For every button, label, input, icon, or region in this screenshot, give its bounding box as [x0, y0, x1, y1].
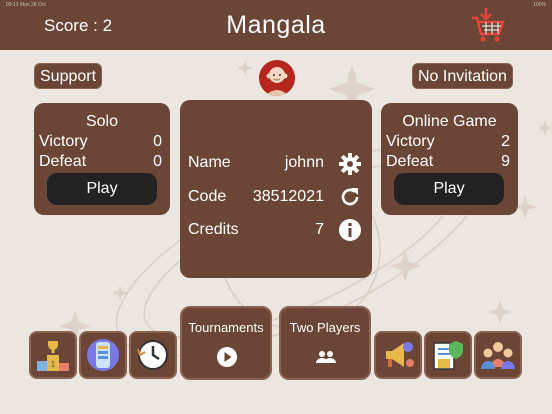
- privacy-button[interactable]: [424, 331, 472, 379]
- support-button[interactable]: Support: [34, 63, 103, 89]
- online-play-button[interactable]: Play: [394, 173, 504, 205]
- history-button[interactable]: [129, 331, 177, 379]
- tournaments-label: Tournaments: [188, 320, 264, 335]
- solo-card: Solo Victory 0 Defeat 0 Play: [34, 103, 170, 215]
- online-victory-label: Victory: [386, 133, 435, 150]
- svg-text:1: 1: [51, 360, 56, 369]
- online-title: Online Game: [402, 113, 497, 130]
- solo-play-button[interactable]: Play: [47, 173, 157, 205]
- megaphone-icon: [386, 342, 414, 367]
- solo-victory-label: Victory: [39, 133, 88, 150]
- info-icon[interactable]: [338, 218, 362, 242]
- name-value: johnn: [284, 154, 324, 171]
- people-icon: [316, 351, 336, 363]
- top-bar: 09:13 Mon 28 Oct 100% Score : 2 Mangala: [0, 0, 552, 50]
- phone-icon: [87, 339, 119, 371]
- solo-defeat-value: 0: [153, 153, 162, 170]
- credits-value: 7: [315, 221, 324, 238]
- announcements-button[interactable]: [374, 331, 422, 379]
- gear-icon[interactable]: [338, 152, 362, 176]
- invitation-button[interactable]: No Invitation: [412, 63, 513, 89]
- online-defeat-row: Defeat 9: [386, 153, 510, 171]
- name-label: Name: [188, 154, 231, 171]
- two-players-label: Two Players: [289, 320, 361, 335]
- online-victory-value: 2: [501, 133, 510, 150]
- friends-button[interactable]: [474, 331, 522, 379]
- online-card: Online Game Victory 2 Defeat 9 Play: [381, 103, 518, 215]
- solo-defeat-row: Defeat 0: [39, 153, 162, 171]
- solo-victory-row: Victory 0: [39, 133, 162, 151]
- status-time: 09:13 Mon 28 Oct: [6, 2, 46, 8]
- avatar-icon: [259, 60, 295, 96]
- play-circle-icon: [217, 347, 237, 367]
- team-icon: [481, 342, 515, 369]
- solo-title: Solo: [85, 113, 119, 130]
- solo-victory-value: 0: [153, 133, 162, 150]
- tournaments-button[interactable]: Tournaments: [180, 306, 272, 380]
- phone-button[interactable]: [79, 331, 127, 379]
- status-battery: 100%: [533, 2, 546, 8]
- solo-defeat-label: Defeat: [39, 153, 87, 170]
- avatar[interactable]: [259, 60, 295, 96]
- profile-card: Name johnn Code 38512021 Credits 7: [180, 100, 372, 278]
- status-bar: 09:13 Mon 28 Oct 100%: [0, 0, 552, 10]
- podium-icon: 1: [37, 341, 69, 371]
- online-defeat-label: Defeat: [386, 153, 434, 170]
- code-label: Code: [188, 188, 227, 205]
- online-victory-row: Victory 2: [386, 133, 510, 151]
- cart-icon[interactable]: [470, 6, 506, 44]
- history-icon: [137, 340, 168, 370]
- two-players-button[interactable]: Two Players: [279, 306, 371, 380]
- leaderboard-button[interactable]: 1: [29, 331, 77, 379]
- code-value: 38512021: [252, 188, 324, 205]
- online-defeat-value: 9: [501, 153, 510, 170]
- refresh-icon[interactable]: [338, 185, 362, 209]
- privacy-icon: [433, 341, 463, 370]
- credits-label: Credits: [188, 221, 239, 238]
